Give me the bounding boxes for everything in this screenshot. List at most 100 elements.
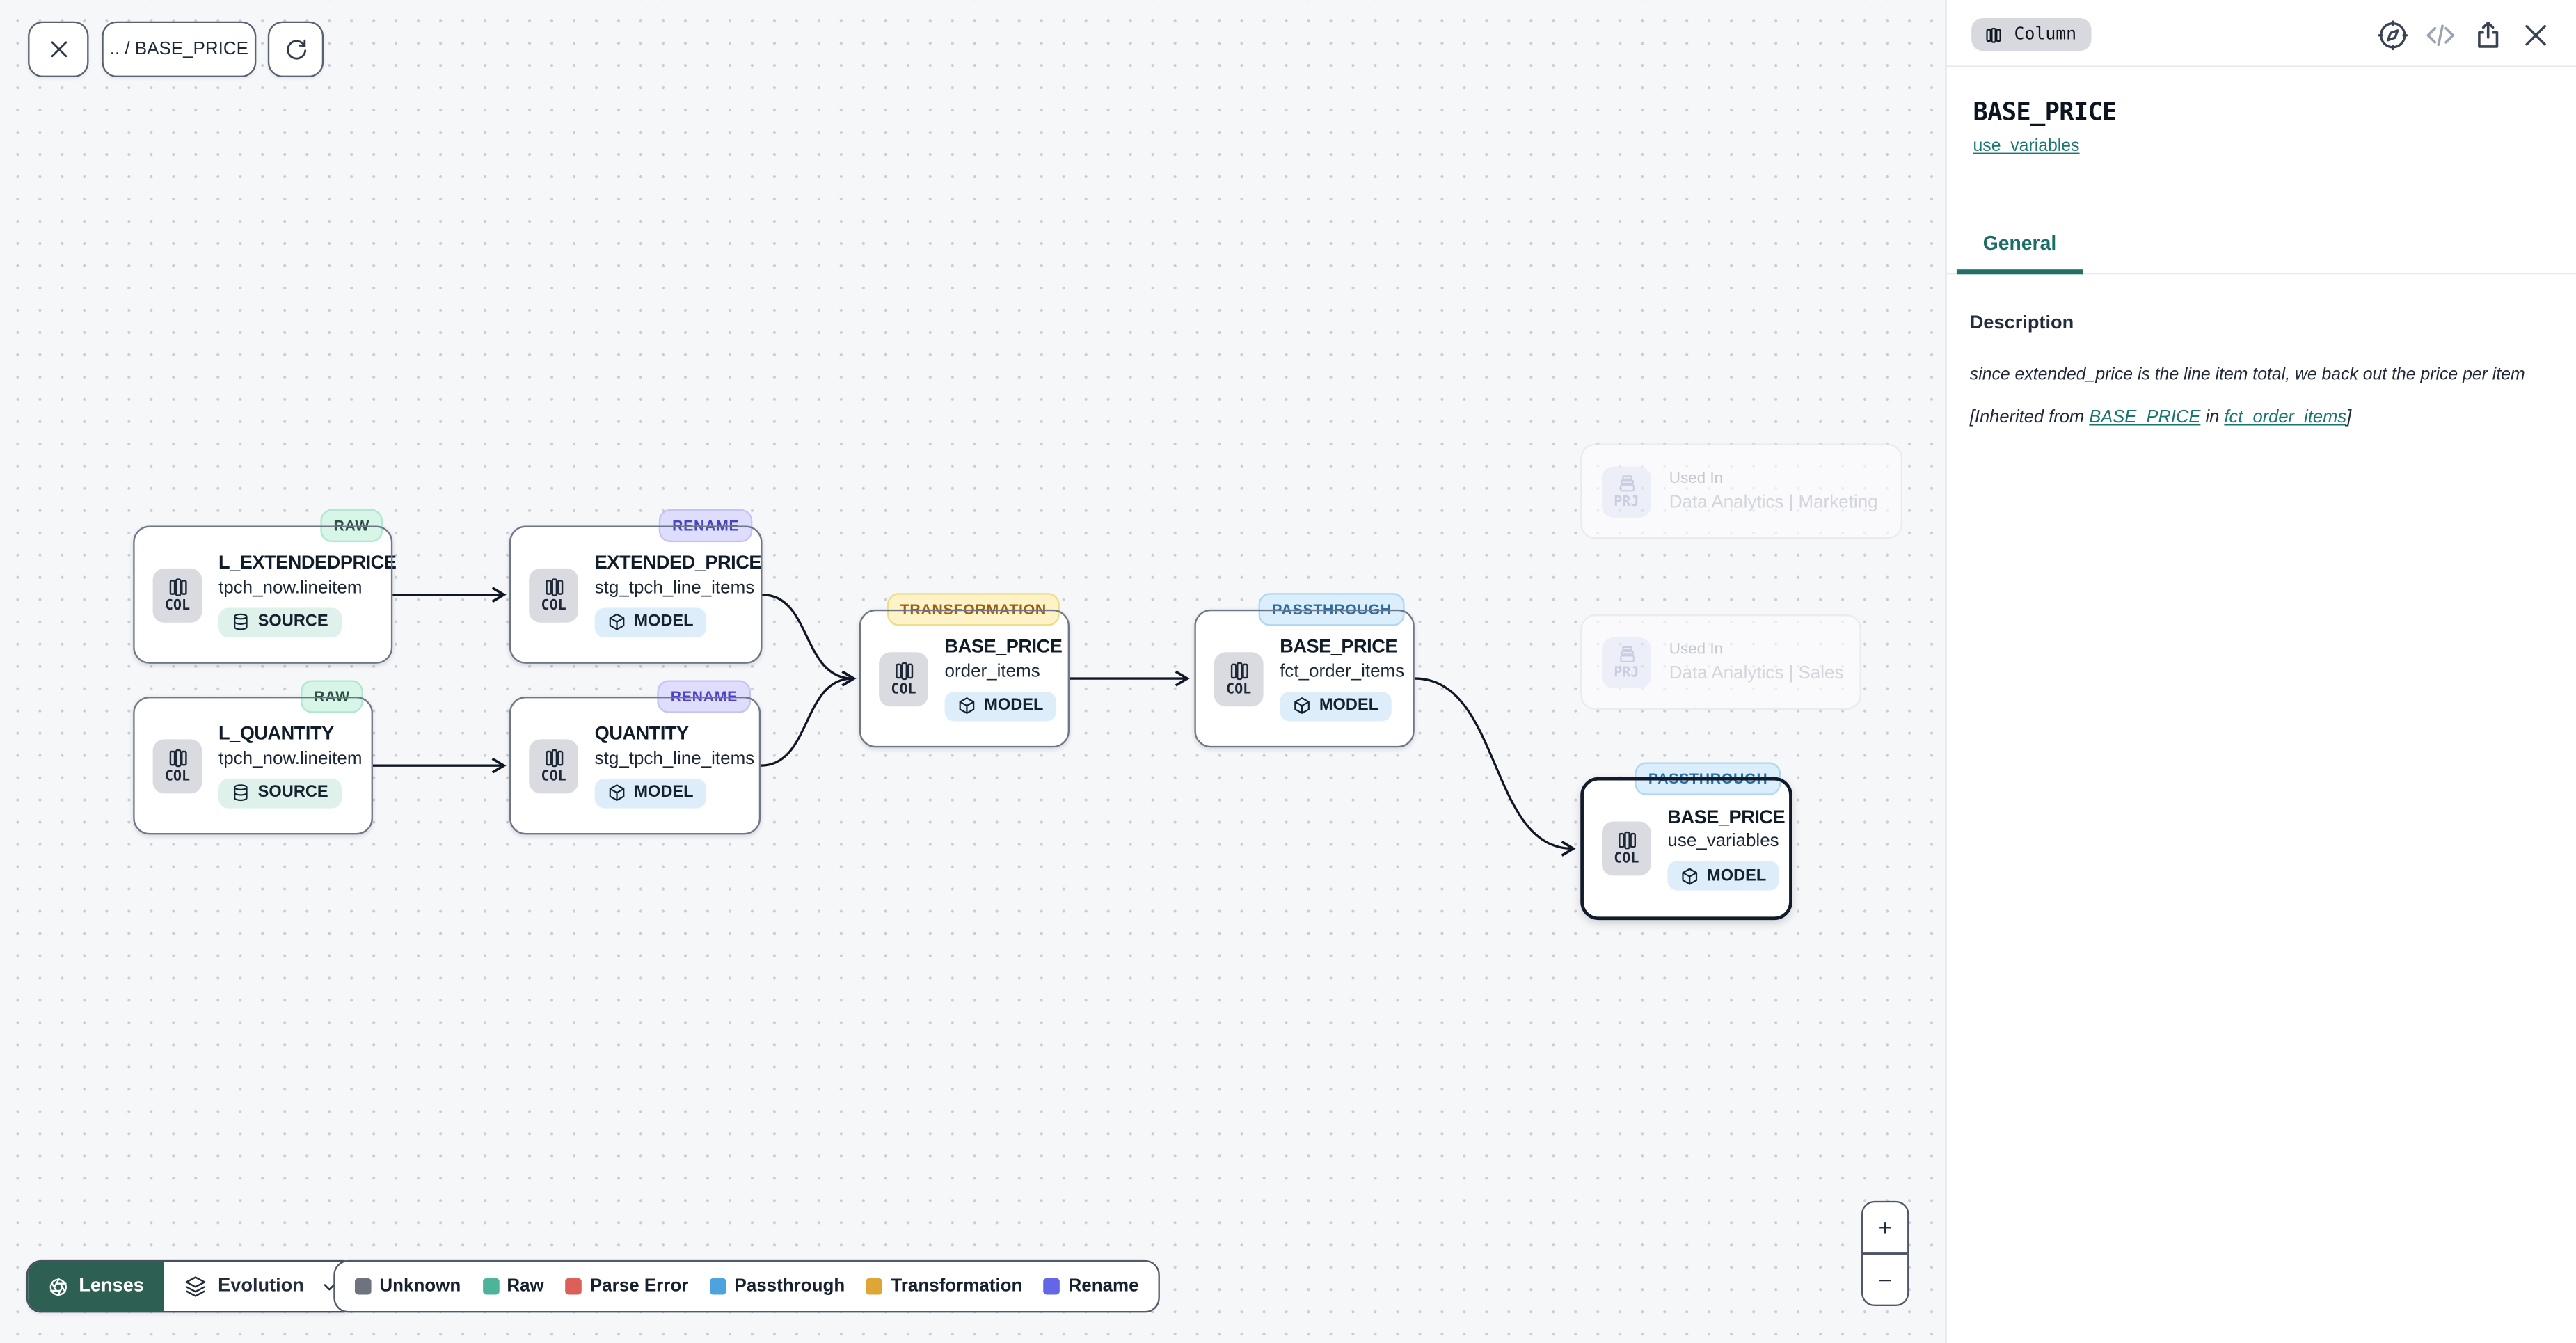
legend-item-transformation: Transformation <box>866 1276 1022 1296</box>
inherited-prefix: [Inherited from <box>1970 407 2089 427</box>
legend-label: Rename <box>1069 1276 1139 1296</box>
kind-badge-label: MODEL <box>634 614 693 632</box>
node-model: tpch_now.lineitem <box>218 749 362 769</box>
inherited-suffix: ] <box>2346 407 2351 427</box>
columns-icon <box>543 747 564 769</box>
legend-item-unknown: Unknown <box>355 1276 461 1296</box>
kind-badge-label: SOURCE <box>258 784 328 802</box>
node-l-quantity[interactable]: RAW COL L_QUANTITY tpch_now.lineitem <box>133 697 373 834</box>
kind-badge-source: SOURCE <box>218 607 342 637</box>
cube-icon <box>957 697 976 715</box>
node-base-price-fct-order-items[interactable]: PASSTHROUGH COL BASE_PRICE fct_order_ite… <box>1194 610 1414 747</box>
columns-icon <box>1228 660 1250 682</box>
close-icon <box>2520 19 2552 50</box>
node-type-badge: TRANSFORMATION <box>887 593 1060 626</box>
node-base-price-use-variables[interactable]: PASSTHROUGH COL BASE_PRICE use_variables <box>1582 779 1791 919</box>
columns-icon <box>167 576 189 598</box>
column-chip-label: COL <box>165 770 190 784</box>
kind-badge-label: MODEL <box>634 784 693 802</box>
column-chip: COL <box>153 738 202 793</box>
kind-badge-model: MODEL <box>945 692 1057 721</box>
share-button[interactable] <box>2472 19 2504 50</box>
kind-badge-model: MODEL <box>1280 692 1392 721</box>
inherited-middle: in <box>2200 407 2224 427</box>
entity-type-label: Column <box>2014 24 2077 44</box>
node-quantity[interactable]: RENAME COL QUANTITY stg_tpch_line_items <box>509 697 761 834</box>
inherited-from-note: [Inherited from BASE_PRICE in fct_order_… <box>1970 407 2547 427</box>
node-model: fct_order_items <box>1280 662 1404 681</box>
database-icon <box>232 614 250 632</box>
node-type-badge: RENAME <box>658 680 751 713</box>
columns-icon <box>543 576 564 598</box>
tab-content-general: Description since extended_price is the … <box>1947 274 2576 427</box>
legend-label: Transformation <box>891 1276 1022 1296</box>
column-chip: COL <box>153 568 202 622</box>
ghost-node-used-in-sales[interactable]: PRJ Used In Data Analytics | Sales <box>1580 614 1861 710</box>
node-extended-price[interactable]: RENAME COL EXTENDED_PRICE stg_tpch_line_… <box>509 526 763 664</box>
project-chip: PRJ <box>1602 466 1651 516</box>
explore-compass-button[interactable] <box>2377 19 2408 50</box>
cube-icon <box>608 614 626 632</box>
node-model: tpch_now.lineitem <box>218 578 362 598</box>
node-title: BASE_PRICE <box>1667 806 1785 830</box>
lens-selected-label: Evolution <box>218 1276 304 1296</box>
zoom-out-button[interactable]: − <box>1863 1255 1907 1305</box>
cube-icon <box>1680 868 1699 886</box>
panel-tabs: General <box>1947 228 2576 274</box>
kind-badge-model: MODEL <box>595 607 707 637</box>
columns-icon <box>1616 830 1637 852</box>
tab-general[interactable]: General <box>1957 232 2083 274</box>
lens-selector-dropdown[interactable]: Evolution <box>164 1262 356 1311</box>
breadcrumb[interactable]: .. / BASE_PRICE <box>102 22 256 77</box>
close-lineage-button[interactable] <box>28 22 88 77</box>
lenses-control: Lenses Evolution <box>26 1260 358 1313</box>
view-code-button[interactable] <box>2425 19 2456 50</box>
description-heading: Description <box>1970 314 2547 333</box>
close-panel-button[interactable] <box>2520 19 2552 50</box>
node-model: order_items <box>945 662 1040 681</box>
used-in-name: Data Analytics | Sales <box>1669 664 1844 683</box>
project-stack-icon <box>1616 644 1637 665</box>
legend-swatch <box>565 1278 582 1295</box>
node-model: stg_tpch_line_items <box>595 578 755 598</box>
details-panel-header: Column <box>1947 0 2576 67</box>
lenses-button-label: Lenses <box>79 1276 144 1296</box>
node-title: BASE_PRICE <box>945 636 1063 660</box>
kind-badge-model: MODEL <box>1667 861 1779 891</box>
used-in-label: Used In <box>1669 470 1878 488</box>
used-in-label: Used In <box>1669 641 1844 659</box>
project-chip-label: PRJ <box>1614 495 1639 509</box>
column-chip-label: COL <box>541 770 566 784</box>
column-chip-label: COL <box>1226 683 1251 697</box>
zoom-in-button[interactable]: + <box>1863 1202 1907 1253</box>
column-chip-label: COL <box>891 683 916 697</box>
node-type-badge: RAW <box>301 680 363 713</box>
node-title: EXTENDED_PRICE <box>595 552 761 576</box>
ghost-node-used-in-marketing[interactable]: PRJ Used In Data Analytics | Marketing <box>1580 443 1902 539</box>
node-l-extendedprice[interactable]: RAW COL L_EXTENDEDPRICE tpch_now.lineite… <box>133 526 392 664</box>
cube-icon <box>608 784 626 802</box>
column-chip-label: COL <box>1614 853 1639 867</box>
inherited-column-link[interactable]: BASE_PRICE <box>2089 407 2200 427</box>
compass-icon <box>2377 19 2408 50</box>
description-text: since extended_price is the line item to… <box>1970 361 2547 389</box>
refresh-button[interactable] <box>268 22 324 77</box>
legend-swatch <box>355 1278 372 1295</box>
project-chip-label: PRJ <box>1614 667 1639 681</box>
column-chip: COL <box>1214 651 1264 706</box>
legend-item-parse-error: Parse Error <box>565 1276 688 1296</box>
model-link[interactable]: use_variables <box>1973 136 2080 156</box>
kind-badge-label: MODEL <box>1707 868 1766 886</box>
node-title: BASE_PRICE <box>1280 636 1397 660</box>
legend-swatch <box>710 1278 726 1295</box>
inherited-model-link[interactable]: fct_order_items <box>2224 407 2346 427</box>
code-icon <box>2425 19 2456 50</box>
close-icon <box>47 38 70 61</box>
legend-label: Unknown <box>379 1276 461 1296</box>
node-model: use_variables <box>1667 832 1779 852</box>
column-chip-label: COL <box>165 599 190 613</box>
node-base-price-order-items[interactable]: TRANSFORMATION COL BASE_PRICE order_item… <box>859 610 1070 747</box>
column-chip-label: COL <box>541 599 566 613</box>
legend-swatch <box>482 1278 499 1295</box>
lenses-button[interactable]: Lenses <box>28 1262 164 1311</box>
